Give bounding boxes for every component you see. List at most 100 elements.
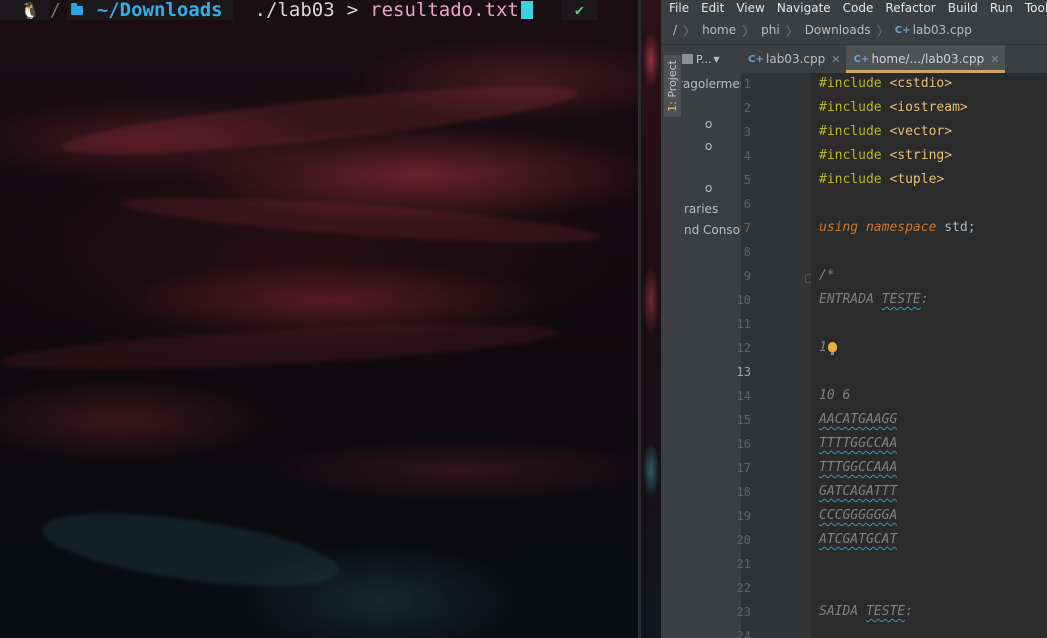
chevron-right-icon: 〉 [785, 24, 799, 40]
code-token: TTTGGCCAAA [819, 460, 898, 475]
code-token: #include [819, 76, 890, 91]
code-token: #include [819, 172, 890, 187]
project-view-selector[interactable]: P... ▼ [682, 49, 741, 69]
tool-window-strip: 1: Project [661, 45, 683, 638]
menu-edit[interactable]: Edit [693, 1, 728, 15]
code-line: SAIDA TESTE: [819, 604, 913, 619]
code-line: TTTTGGCCAA [819, 436, 897, 451]
line-number: 1 [743, 77, 751, 91]
line-number: 15 [736, 413, 751, 427]
code-token: : [905, 604, 913, 619]
breadcrumb-home[interactable]: home [697, 23, 741, 37]
prompt-separator: / [49, 0, 61, 21]
command-text[interactable]: ./lab03 [255, 0, 335, 21]
check-icon: ✔ [560, 0, 598, 20]
code-token: AACATGAAGG [819, 412, 898, 427]
code-token: <tuple> [889, 172, 945, 187]
code-line: ENTRADA TESTE: [819, 292, 929, 307]
command-argument[interactable]: resultado.txt [370, 0, 519, 21]
menu-refactor[interactable]: Refactor [877, 1, 939, 15]
code-token: #include [819, 124, 890, 139]
tab-home-lab03[interactable]: C+ home/.../lab03.cpp ✕ [846, 45, 1006, 73]
project-icon [682, 54, 693, 64]
code-token: : [920, 292, 929, 307]
menu-view[interactable]: View [728, 1, 768, 15]
line-number: 4 [743, 149, 751, 163]
line-number: 3 [743, 125, 751, 139]
tab-lab03[interactable]: C+ lab03.cpp ✕ [741, 45, 846, 73]
code-token: /* [819, 268, 835, 283]
line-number: 23 [736, 605, 751, 619]
code-editor[interactable]: #include <cstdio> #include <iostream> #inc… [811, 73, 1047, 638]
menu-file[interactable]: File [661, 1, 693, 15]
breadcrumb-file[interactable]: C+ lab03.cpp [891, 23, 977, 37]
close-icon[interactable]: ✕ [831, 53, 840, 66]
code-line: AACATGAAGG [819, 412, 897, 427]
code-line: ATCGATGCAT [819, 532, 897, 547]
line-number: 19 [736, 509, 751, 523]
code-token: TESTE [881, 292, 921, 307]
line-number: 24 [736, 629, 751, 638]
menu-bar: File Edit View Navigate Code Refactor Bu… [661, 0, 1047, 16]
lightbulb-icon[interactable] [827, 342, 837, 355]
code-token: CCCGGGGGGA [819, 508, 898, 523]
chevron-right-icon: 〉 [742, 24, 756, 40]
cpp-file-icon: C+ [748, 53, 764, 65]
editor-tab-bar: C+ lab03.cpp ✕ C+ home/.../lab03.cpp ✕ [741, 45, 1047, 74]
code-token: 10 6 [819, 388, 851, 403]
close-icon[interactable]: ✕ [990, 53, 999, 66]
breadcrumb-downloads[interactable]: Downloads [800, 23, 876, 37]
code-line: CCCGGGGGGA [819, 508, 897, 523]
menu-navigate[interactable]: Navigate [769, 1, 835, 15]
project-view-label: P... [696, 52, 712, 66]
line-number: 7 [743, 221, 751, 235]
chevron-right-icon: 〉 [876, 24, 890, 40]
menu-run[interactable]: Run [982, 1, 1017, 15]
tab-label: lab03.cpp [766, 52, 826, 66]
cpp-file-icon: C+ [894, 24, 911, 36]
project-tool-button[interactable]: 1: Project [664, 55, 681, 117]
code-line: 10 6 [819, 388, 850, 403]
folder-icon [70, 2, 83, 15]
linux-tux-icon: 🐧 [0, 0, 50, 20]
tool-number: 1: [666, 101, 679, 112]
code-line: 1 [819, 340, 837, 355]
cpp-file-icon: C+ [853, 53, 870, 65]
terminal-prompt: 🐧 / ~/Downloads ./lab03 > resultado.txt … [0, 0, 598, 21]
code-token: <vector> [889, 124, 953, 139]
dropdown-arrow-icon: ▼ [713, 54, 720, 64]
redirect-operator[interactable]: > [347, 0, 358, 21]
code-line: #include <iostream> [819, 100, 968, 115]
code-line: #include <tuple> [819, 172, 944, 187]
line-number-gutter[interactable]: 1 2 3 4 5 6 7 8 9 10 11 12 13 14 15 16 17 18 19 20 21 22 23 24 [737, 73, 814, 638]
code-token: using namespace [819, 220, 945, 235]
code-line: GATCAGATTT [819, 484, 897, 499]
line-number: 9 [743, 269, 751, 283]
code-token: TTTTGGCCAA [819, 436, 898, 451]
text-cursor [520, 1, 533, 19]
code-line: #include <vector> [819, 124, 952, 139]
code-token: <cstdio> [889, 76, 953, 91]
code-token: GATCAGATTT [819, 484, 898, 499]
code-line: using namespace std; [819, 220, 976, 235]
code-token: #include [819, 148, 890, 163]
line-number: 10 [736, 293, 751, 307]
breadcrumb-root[interactable]: / [661, 23, 682, 37]
line-number: 5 [743, 173, 751, 187]
menu-build[interactable]: Build [940, 1, 982, 15]
line-number: 20 [736, 533, 751, 547]
code-line: #include <cstdio> [819, 76, 952, 91]
directory-path: ~/Downloads [96, 0, 223, 21]
code-token: 1 [819, 340, 827, 355]
breadcrumb-phi[interactable]: phi [756, 23, 785, 37]
code-token: TESTE [865, 604, 906, 619]
code-token: ATCGATGCAT [819, 532, 898, 547]
code-token: <string> [889, 148, 953, 163]
line-number: 13 [736, 365, 751, 379]
menu-tools[interactable]: Tools [1017, 1, 1047, 15]
line-number: 14 [736, 389, 751, 403]
line-number: 2 [743, 101, 751, 115]
chevron-right-icon: 〉 [683, 24, 697, 40]
menu-code[interactable]: Code [835, 1, 878, 15]
terminal-window[interactable]: 🐧 / ~/Downloads ./lab03 > resultado.txt … [0, 0, 638, 638]
